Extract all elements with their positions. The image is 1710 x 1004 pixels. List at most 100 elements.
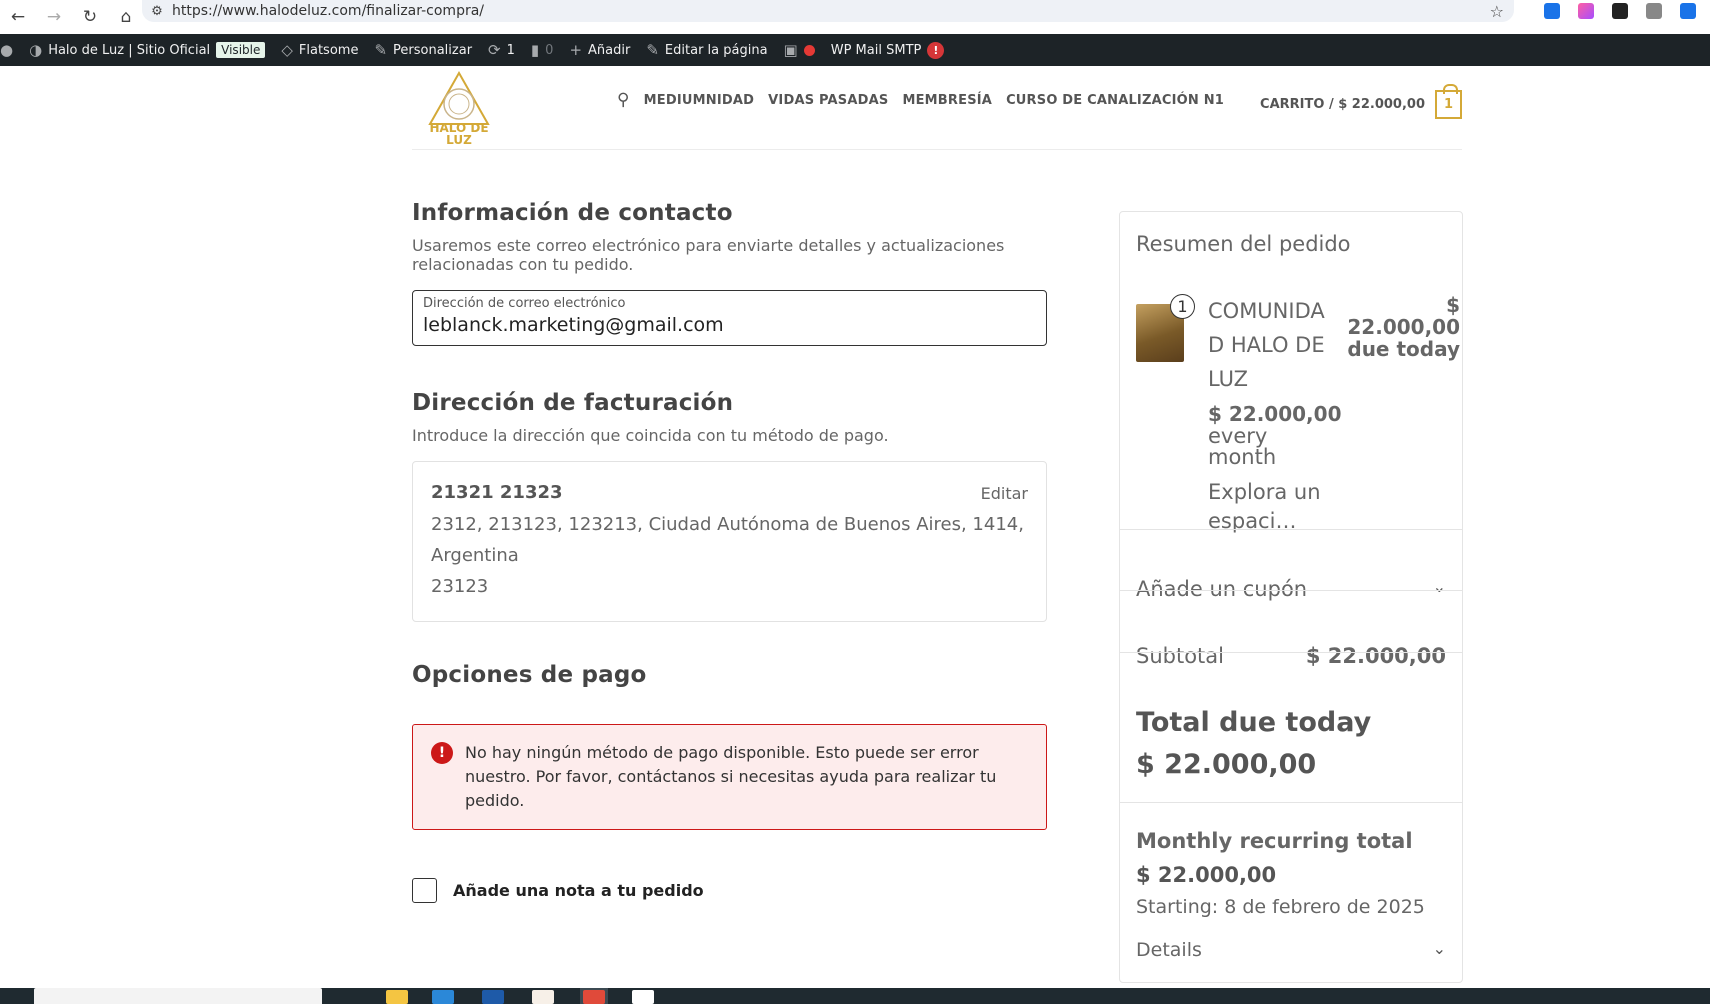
dashboard-icon: ◑ [29, 41, 43, 59]
chevron-down-icon: ⌄ [1432, 939, 1446, 958]
updates-count: 1 [506, 42, 515, 58]
smtp-text: WP Mail SMTP [830, 42, 922, 58]
home-icon[interactable]: ⌂ [108, 0, 144, 34]
contact-description: Usaremos este correo electrónico para en… [412, 236, 1005, 274]
reload-icon[interactable]: ↻ [72, 0, 108, 34]
os-taskbar [0, 988, 1710, 1004]
brush-icon: ✎ [374, 41, 388, 59]
back-icon[interactable]: ← [0, 0, 36, 34]
recurring-total-value: $ 22.000,00 [1136, 863, 1277, 887]
site-logo[interactable]: HALO DE LUZ [424, 70, 494, 146]
subtotal-value: $ 22.000,00 [1305, 644, 1446, 668]
admin-yoast-link[interactable]: ▣ [776, 34, 823, 66]
address-bar[interactable]: ⚙ https://www.halodeluz.com/finalizar-co… [142, 0, 1514, 22]
recurring-total-title: Monthly recurring total [1136, 829, 1413, 853]
admin-comments-link[interactable]: ▮ 0 [523, 34, 562, 66]
email-value[interactable]: leblanck.marketing@gmail.com [423, 314, 1036, 336]
subtotal-row: Subtotal $ 22.000,00 [1136, 644, 1446, 668]
camera-icon[interactable] [1646, 3, 1662, 19]
seo-status-dot [803, 44, 815, 56]
extension-gradient-icon[interactable] [1578, 3, 1594, 19]
contact-title: Información de contacto [412, 200, 733, 226]
extensions-area [1544, 0, 1710, 22]
wp-admin-bar: ● ◑ Halo de Luz | Sitio Oficial Visible … [0, 34, 1710, 66]
admin-edit-page-link[interactable]: ✎ Editar la página [638, 34, 775, 66]
summary-divider [1120, 652, 1462, 653]
order-summary-title: Resumen del pedido [1136, 232, 1351, 256]
nav-item-membresia[interactable]: MEMBRESÍA [902, 93, 992, 108]
nav-item-vidas-pasadas[interactable]: VIDAS PASADAS [768, 93, 888, 108]
order-note-label[interactable]: Añade una nota a tu pedido [453, 881, 704, 900]
product-price-due-suffix: due today [1347, 337, 1460, 361]
billing-phone: 23123 [431, 576, 489, 597]
recurring-details-toggle[interactable]: Details ⌄ [1136, 939, 1446, 961]
cart-label: CARRITO / $ 22.000,00 [1260, 97, 1425, 112]
comment-icon: ▮ [530, 41, 540, 59]
theme-name-text: Flatsome [298, 42, 359, 58]
billing-name: 21321 21323 [431, 482, 563, 503]
product-name: COMUNIDAD HALO DE LUZ [1208, 299, 1325, 391]
product-quantity-badge: 1 [1170, 294, 1195, 319]
admin-updates-link[interactable]: ⟳ 1 [480, 34, 523, 66]
total-due-value: $ 22.000,00 [1136, 749, 1317, 780]
checkout-main: Información de contacto Usaremos este co… [412, 200, 1047, 903]
email-field[interactable]: Dirección de correo electrónico leblanck… [412, 290, 1047, 346]
browser-toolbar: ← → ↻ ⌂ ⚙ https://www.halodeluz.com/fina… [0, 0, 1710, 34]
search-icon[interactable]: ⚲ [617, 90, 630, 110]
total-due-label: Total due today [1136, 707, 1372, 738]
comments-count: 0 [545, 42, 554, 58]
billing-address-line-1: 2312, 213123, 123213, Ciudad Autónoma de… [431, 514, 1024, 535]
main-nav: ⚲ MEDIUMNIDAD VIDAS PASADAS MEMBRESÍA CU… [617, 90, 1224, 110]
admin-add-new-link[interactable]: + Añadir [561, 34, 638, 66]
site-settings-icon[interactable]: ⚙ [142, 4, 172, 19]
summary-divider [1120, 802, 1462, 803]
billing-description: Introduce la dirección que coincida con … [412, 426, 889, 445]
file-explorer-icon[interactable] [386, 990, 408, 1004]
taskbar-search-box[interactable] [34, 988, 322, 1004]
chevron-down-icon: ⌄ [1432, 577, 1446, 596]
app-icon[interactable] [532, 990, 554, 1004]
yoast-icon: ▣ [783, 41, 798, 59]
forward-icon[interactable]: → [36, 0, 72, 34]
coupon-label: Añade un cupón [1136, 577, 1308, 601]
url-text: https://www.halodeluz.com/finalizar-comp… [172, 3, 485, 19]
nav-item-mediumnidad[interactable]: MEDIUMNIDAD [644, 93, 755, 108]
admin-site-name[interactable]: ◑ Halo de Luz | Sitio Oficial Visible [21, 34, 273, 66]
smtp-alert-badge: ! [927, 41, 945, 59]
product-price: $ 22.000,00 [1208, 402, 1342, 426]
edit-page-text: Editar la página [664, 42, 768, 58]
add-new-text: Añadir [588, 42, 631, 58]
payment-error-notice: ! No hay ningún método de pago disponibl… [412, 724, 1047, 830]
extension-tag-icon[interactable] [1544, 3, 1560, 19]
cart-bag-icon: 1 [1435, 84, 1462, 119]
app-icon[interactable] [432, 990, 454, 1004]
pencil-icon: ✎ [646, 41, 659, 59]
coupon-toggle[interactable]: Añade un cupón ⌄ [1136, 577, 1446, 601]
payment-title: Opciones de pago [412, 662, 647, 688]
app-icon[interactable] [482, 990, 504, 1004]
wordpress-logo-icon[interactable]: ● [0, 34, 21, 66]
order-note-row: Añade una nota a tu pedido [412, 878, 1047, 903]
billing-address-line-2: Argentina [431, 545, 519, 566]
admin-theme-link[interactable]: ◇ Flatsome [273, 34, 366, 66]
plus-icon: + [569, 41, 583, 59]
payment-error-text: No hay ningún método de pago disponible.… [465, 743, 997, 810]
nav-item-curso-canalizacion[interactable]: CURSO DE CANALIZACIÓN N1 [1006, 93, 1224, 108]
admin-smtp-link[interactable]: WP Mail SMTP ! [823, 34, 953, 66]
triangle-logo-icon [428, 70, 490, 125]
bookmark-star-icon[interactable]: ☆ [1490, 2, 1504, 21]
summary-divider [1120, 590, 1462, 591]
chrome-icon[interactable] [583, 990, 605, 1004]
order-note-checkbox[interactable] [412, 878, 437, 903]
logo-text: HALO DE LUZ [424, 122, 494, 146]
app-icon[interactable] [632, 990, 654, 1004]
email-label: Dirección de correo electrónico [423, 296, 626, 311]
cart-link[interactable]: CARRITO / $ 22.000,00 1 [1260, 84, 1462, 119]
logo-line-2: LUZ [446, 133, 472, 147]
flatsome-diamond-icon: ◇ [281, 41, 293, 59]
edit-address-link[interactable]: Editar [981, 484, 1028, 503]
download-icon[interactable] [1680, 3, 1696, 19]
admin-customize-link[interactable]: ✎ Personalizar [366, 34, 480, 66]
billing-title: Dirección de facturación [412, 390, 734, 416]
eyedropper-icon[interactable] [1612, 3, 1628, 19]
